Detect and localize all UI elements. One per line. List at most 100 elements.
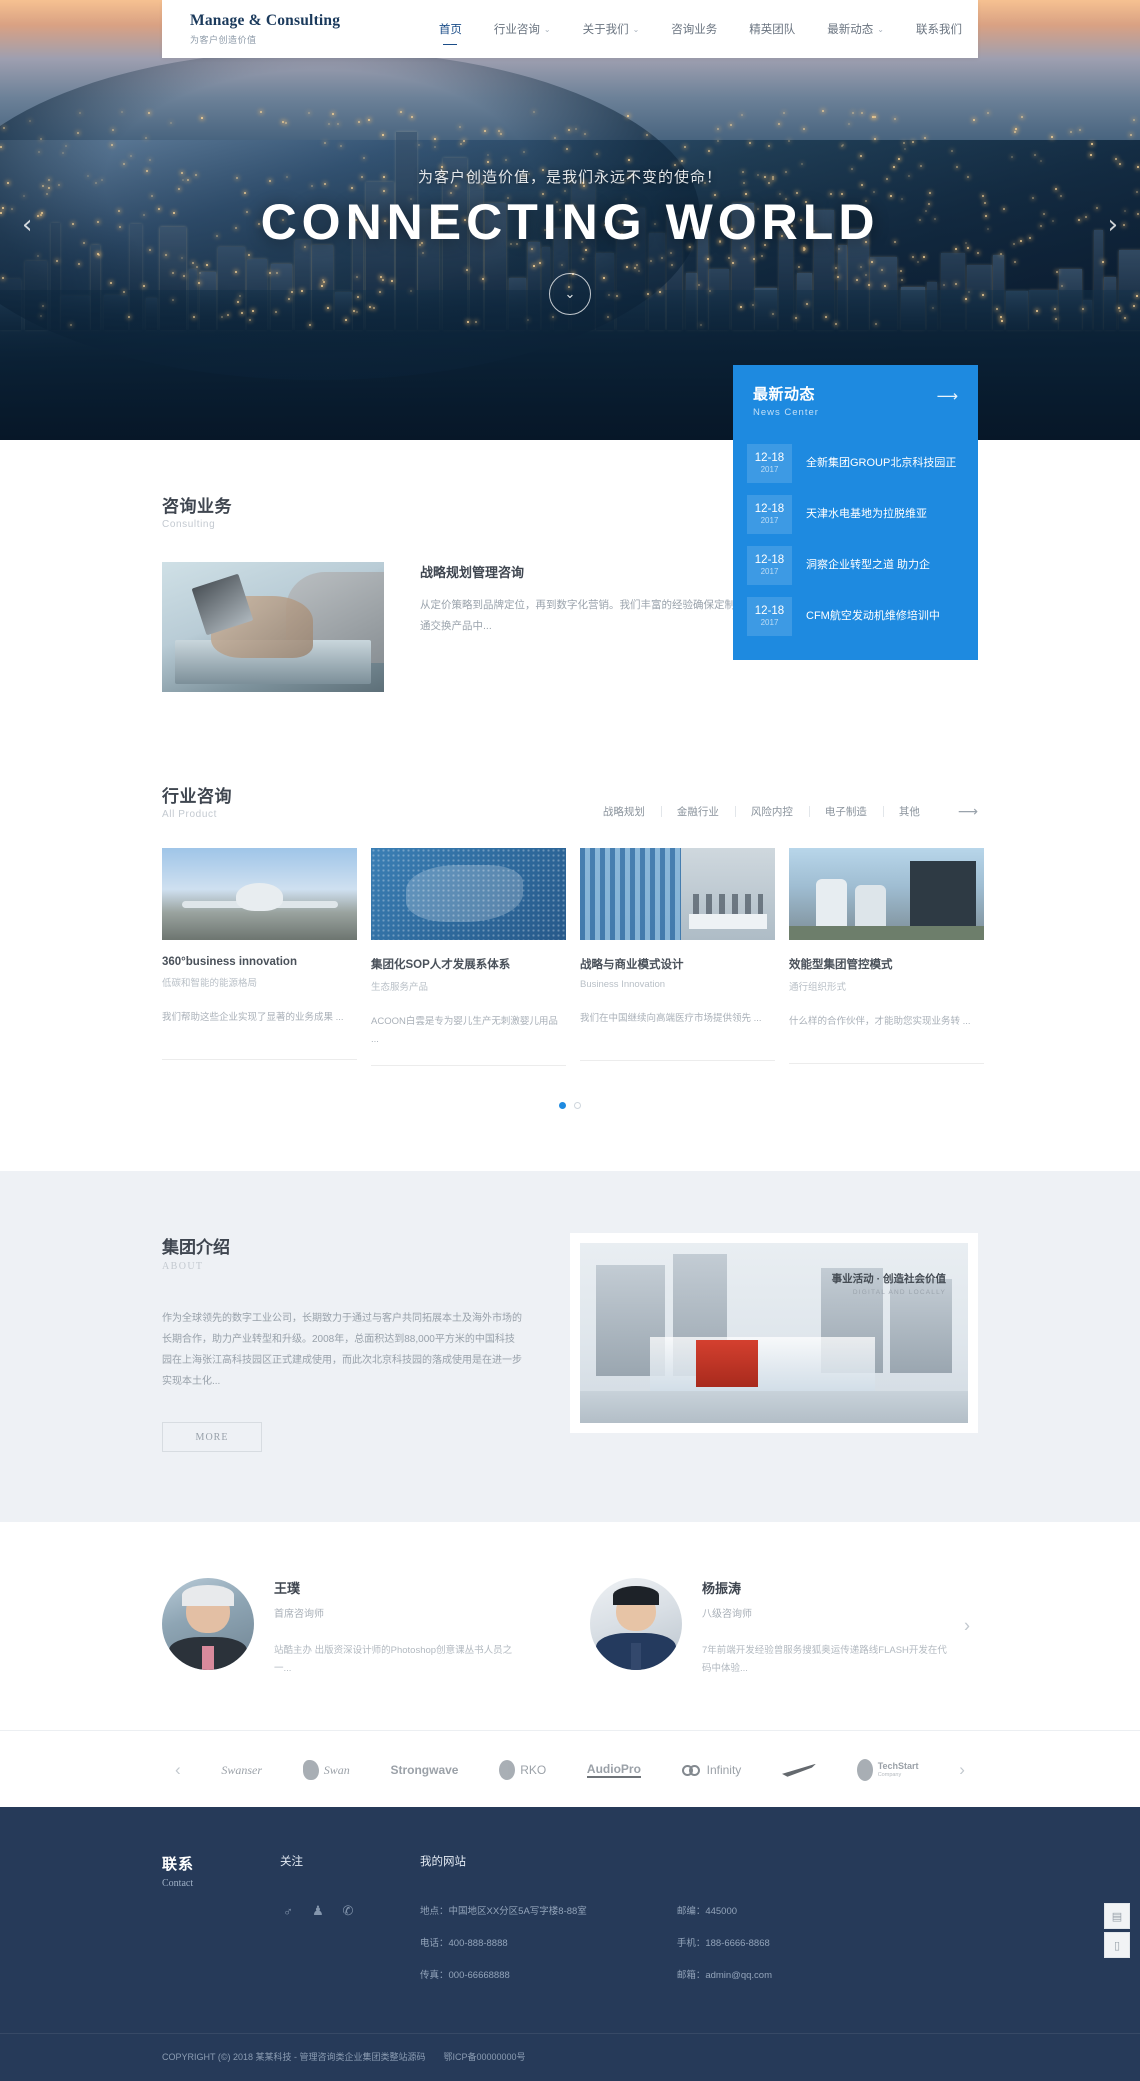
products-title: 行业咨询 [162,787,232,806]
footer-copyright-bar: COPYRIGHT (©) 2018 某某科技 - 管理咨询类企业集团类整站源码… [0,2033,1140,2081]
product-card[interactable]: 战略与商业模式设计 Business Innovation 我们在中国继续向高端医疗… [580,848,775,1066]
team-member-name: 杨振涛 [702,1581,742,1597]
hero-scroll-down-button[interactable]: ⌄ [549,272,591,315]
news-panel: 最新动态 News Center ⟶ 12-18 2017 全新集团GROUP北京科… [733,365,978,660]
brand-logo-7[interactable]: TechStart Company [856,1759,919,1782]
brand-logo-4[interactable]: AudioPro [586,1762,641,1779]
news-item-year: 2017 [760,515,779,525]
nav-item-label: 行业咨询 [493,24,540,36]
news-item-day: 12-18 [754,502,785,515]
team-member-info: 杨振涛 八级咨询师 7年前端开发经验曾服务搜狐奥运传递路线FLASH开发在代码中体验… [702,1578,952,1678]
news-item[interactable]: 12-18 2017 全新集团GROUP北京科技园正 [747,438,964,489]
team-member[interactable]: 王璞 首席咨询师 站酷主办 出版资深设计师的Photoshop创意课丛书人员之一..… [162,1578,550,1678]
nav-item-label: 首页 [438,24,462,36]
footer-contact-title: 联系 [162,1856,195,1874]
team-list: 王璞 首席咨询师 站酷主办 出版资深设计师的Photoshop创意课丛书人员之一..… [162,1578,978,1678]
team-member[interactable]: 杨振涛 八级咨询师 7年前端开发经验曾服务搜狐奥运传递路线FLASH开发在代码中体验… [590,1578,978,1678]
brands-prev-arrow[interactable]: ‹ [175,1760,181,1780]
wechat-icon[interactable]: ✆ [340,1903,356,1919]
product-filter-3[interactable]: 电子制造 [808,804,883,819]
team-next-arrow[interactable]: › [964,1616,970,1637]
news-item[interactable]: 12-18 2017 天津水电基地为拉脱维亚 [747,489,964,540]
brands-next-arrow[interactable]: › [959,1760,965,1780]
news-subtitle: News Center [753,407,819,418]
product-card[interactable]: 360°business innovation 低碳和智能的能源格局 我们帮助这些企… [162,848,357,1066]
nav-item-6[interactable]: 联系我们 [900,3,978,55]
brand-label: AudioPro [586,1762,641,1779]
brand-logo-0[interactable]: Swanser [221,1763,262,1778]
news-item-text: 天津水电基地为拉脱维亚 [806,507,927,520]
news-item-day: 12-18 [754,604,785,617]
site-logo[interactable]: Manage & Consulting 为客户创造价值 [162,12,423,46]
brand-logo-2[interactable]: Strongwave [390,1763,458,1777]
brand-logo-6[interactable] [782,1763,816,1777]
footer-site-block: 我的网站 地点：中国地区XX分区5A写字楼8-88室 电话：400-888-888… [420,1853,978,1981]
news-item-day: 12-18 [754,553,785,566]
nav-item-label: 联系我们 [916,24,962,36]
about-text-block: 集团介绍 ABOUT 作为全球领先的数字工业公司，长期致力于通过与客户共同拓展本… [162,1233,522,1453]
product-filter-2[interactable]: 风险内控 [734,804,809,819]
product-card-divider [371,1065,566,1067]
news-item-year: 2017 [760,464,779,474]
footer-info-left: 地点：中国地区XX分区5A写字楼8-88室 电话：400-888-8888 传真：0… [420,1903,587,1981]
team-member-name: 王璞 [274,1581,301,1597]
product-card[interactable]: 效能型集团管控模式 通行组织形式 什么样的合作伙伴，才能助您实现业务转 ... [789,848,984,1066]
products-filters: 战略规划 金融行业 风险内控 电子制造 其他 ⟶ [587,803,978,820]
products-dot-0[interactable] [559,1102,566,1110]
techstart-icon [856,1759,873,1782]
product-card[interactable]: 集团化SOP人才发展系体系 生态服务产品 ACOON白雲是专为婴儿生产无刺激婴儿用品… [371,848,566,1067]
rko-icon [499,1760,516,1781]
hero-prev-arrow[interactable]: ‹ [22,210,32,240]
qq-icon[interactable]: ♟ [310,1903,326,1919]
products-section: 行业咨询 All Product 战略规划 金融行业 风险内控 电子制造 其他 ⟶ 36… [162,752,984,1129]
qrcode-icon[interactable]: ▤ [1104,1903,1130,1930]
about-inner: 集团介绍 ABOUT 作为全球领先的数字工业公司，长期致力于通过与客户共同拓展本… [162,1233,978,1453]
nav-item-4[interactable]: 精英团队 [733,3,811,55]
nav-item-label: 关于我们 [582,24,629,36]
product-card-divider [580,1060,775,1061]
about-image: 事业活动 · 创造社会价值 DIGITAL AND LOCALLY [580,1243,968,1424]
brands-section: ‹ Swanser Swan Strongwave RKO AudioPro Infinit… [0,1730,1140,1807]
product-card-subtitle: Business Innovation [580,979,666,990]
footer-site-title: 我的网站 [420,1856,466,1869]
brand-logo-5[interactable]: Infinity [681,1763,741,1777]
about-caption-en: DIGITAL AND LOCALLY [852,1289,946,1297]
nav-item-1[interactable]: 行业咨询 ⌄ [478,3,567,55]
footer-info-item: 地点：中国地区XX分区5A写字楼8-88室 [420,1906,587,1918]
nav-item-0[interactable]: 首页 [423,3,478,55]
news-more-arrow[interactable]: ⟶ [936,387,958,405]
about-more-button[interactable]: MORE [162,1422,262,1453]
nav-item-3[interactable]: 咨询业务 [655,3,733,55]
news-item-year: 2017 [760,617,779,627]
footer-follow-block: 关注 ♂ ♟ ✆ [280,1853,420,1981]
nav-item-5[interactable]: 最新动态 ⌄ [811,3,900,55]
products-subtitle: All Product [162,809,217,820]
chevron-down-icon: ⌄ [632,24,640,34]
products-dot-1[interactable] [574,1102,581,1110]
about-image-caption: 事业活动 · 创造社会价值 DIGITAL AND LOCALLY [832,1271,946,1296]
product-card-desc: 什么样的合作伙伴，才能助您实现业务转 ... [789,1016,971,1027]
news-panel-header: 最新动态 News Center ⟶ [733,365,978,434]
news-item[interactable]: 12-18 2017 CFM航空发动机维修培训中 [747,591,964,642]
product-filter-0[interactable]: 战略规划 [587,804,661,819]
icp-text[interactable]: 鄂ICP备00000000号 [444,2050,526,2063]
product-card-subtitle: 低碳和智能的能源格局 [162,978,258,989]
brand-logo-3[interactable]: RKO [499,1760,546,1781]
card-image [789,848,984,940]
weibo-icon[interactable]: ♂ [280,1903,296,1919]
about-body: 作为全球领先的数字工业公司，长期致力于通过与客户共同拓展本土及海外市场的长期合作… [162,1313,522,1388]
product-filter-4[interactable]: 其他 [882,804,936,819]
products-more-arrow[interactable]: ⟶ [958,803,978,820]
nav-item-2[interactable]: 关于我们 ⌄ [567,3,656,55]
brand-logo-1[interactable]: Swan [302,1760,350,1781]
brand-label: Swan [323,1762,350,1777]
product-filter-1[interactable]: 金融行业 [660,804,735,819]
footer-copyright-inner: COPYRIGHT (©) 2018 某某科技 - 管理咨询类企业集团类整站源码… [162,2050,978,2063]
nav-item-label: 精英团队 [749,24,796,36]
news-item[interactable]: 12-18 2017 洞察企业转型之道 助力企 [747,540,964,591]
footer-info-grid: 地点：中国地区XX分区5A写字楼8-88室 电话：400-888-8888 传真：0… [420,1903,978,1981]
hero-next-arrow[interactable]: › [1108,210,1118,240]
product-card-subtitle: 通行组织形式 [789,982,847,993]
product-card-subtitle: 生态服务产品 [371,982,429,993]
phone-icon[interactable]: ▯ [1104,1932,1130,1959]
